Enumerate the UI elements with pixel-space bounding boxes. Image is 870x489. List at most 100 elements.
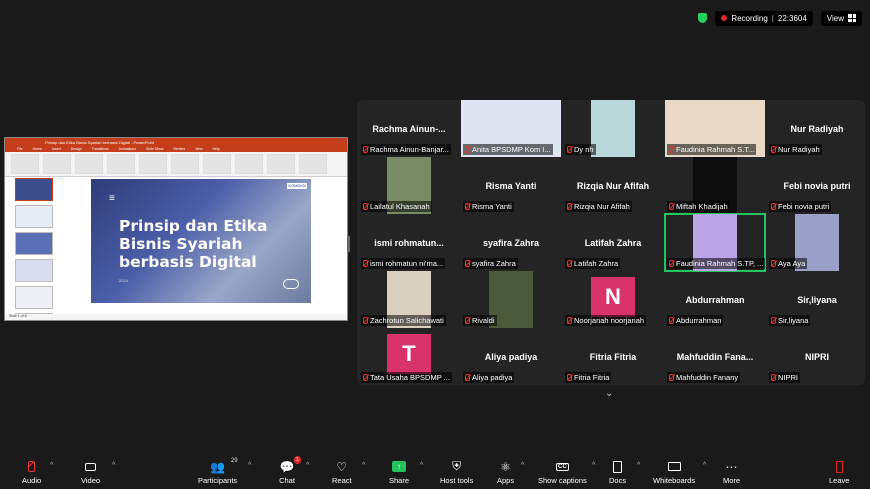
participant-tile[interactable]: Lailatul Khasanah — [359, 157, 459, 214]
participant-name-label: Rizqia Nur Afifah — [565, 201, 632, 212]
react-options-caret-icon[interactable]: ^ — [362, 462, 365, 469]
slide-thumbnail[interactable] — [15, 205, 53, 228]
muted-mic-icon — [567, 317, 572, 324]
muted-mic-icon — [465, 374, 470, 381]
participant-name: Aliya padiya — [472, 373, 513, 382]
audio-button[interactable]: Audio — [22, 460, 41, 485]
participant-tile[interactable]: NIPRI NIPRI — [767, 328, 867, 385]
powerpoint-menu-item[interactable]: Slide Show — [146, 147, 164, 151]
powerpoint-menu-item[interactable]: Review — [174, 147, 185, 151]
participant-tile[interactable]: Zachrotun Salichawati — [359, 271, 459, 328]
participant-name-label: Rachma Ainun-Banjar... — [361, 144, 451, 155]
participant-name: Miftah Khadijah — [676, 202, 728, 211]
participant-name: Rachma Ainun-Banjar... — [370, 145, 449, 154]
participant-display-name: Fitria Fitria — [589, 352, 637, 362]
participant-tile[interactable]: Faudinia Rahmah S.T... — [665, 100, 765, 157]
powerpoint-menu-item[interactable]: Transitions — [92, 147, 109, 151]
next-page-chevron-icon[interactable]: ⌄ — [605, 388, 613, 399]
slide-thumbnail[interactable] — [15, 259, 53, 282]
chat-button[interactable]: 💬 1 Chat — [279, 456, 301, 485]
participant-tile[interactable]: T Tata Usaha BPSDMP ... — [359, 328, 459, 385]
slide-thumbnail[interactable] — [15, 178, 53, 201]
chat-icon: 💬 1 — [279, 456, 301, 474]
participant-name: Anita BPSDMP Kom I... — [472, 145, 551, 154]
participant-display-name: Latifah Zahra — [584, 238, 642, 248]
participant-tile[interactable]: Fitria Fitria Fitria Fitria — [563, 328, 663, 385]
participant-tile[interactable]: Dy nh — [563, 100, 663, 157]
host-tools-button[interactable]: ⛨ Host tools — [440, 459, 473, 485]
powerpoint-menu-item[interactable]: Design — [71, 147, 82, 151]
slide-thumbnail[interactable] — [15, 286, 53, 309]
participant-name: Sir,liyana — [778, 316, 809, 325]
shared-screen[interactable]: Prinsip dan Etika Bisnis Syariah berbasi… — [4, 137, 348, 321]
recording-label: Recording — [731, 13, 768, 23]
powerpoint-menu-item[interactable]: Insert — [52, 147, 61, 151]
muted-mic-icon — [465, 260, 470, 267]
participant-tile[interactable]: Miftah Khadijah — [665, 157, 765, 214]
participant-tile[interactable]: Nur Radiyah Nur Radiyah — [767, 100, 867, 157]
chat-options-caret-icon[interactable]: ^ — [306, 462, 309, 469]
captions-options-caret-icon[interactable]: ^ — [592, 462, 595, 469]
recording-indicator[interactable]: Recording | 22:3604 — [715, 10, 813, 26]
participant-display-name: Aliya padiya — [484, 352, 538, 362]
whiteboards-options-caret-icon[interactable]: ^ — [703, 462, 706, 469]
participant-name-label: Dy nh — [565, 144, 596, 155]
participant-tile[interactable]: Sir,liyana Sir,liyana — [767, 271, 867, 328]
muted-mic-icon — [465, 317, 470, 324]
apps-button[interactable]: ⚛ Apps — [497, 460, 514, 486]
participant-tile[interactable]: Febi novia putri Febi novia putri — [767, 157, 867, 214]
muted-mic-icon — [771, 260, 776, 267]
share-button[interactable]: ↑ Share — [389, 460, 409, 485]
participant-tile[interactable]: Aliya padiya Aliya padiya — [461, 328, 561, 385]
audio-options-caret-icon[interactable]: ^ — [50, 462, 53, 469]
powerpoint-ribbon — [5, 152, 347, 177]
more-button[interactable]: ⋯ More — [723, 460, 741, 486]
participant-tile[interactable]: Faudinia Rahmah S.TP, ... — [664, 213, 766, 272]
participant-avatar: N — [591, 277, 635, 317]
docs-button[interactable]: Docs — [609, 460, 626, 485]
participant-tile[interactable]: ismi rohmatun... ismi rohmatun ni'ma... — [359, 214, 459, 271]
participant-tile[interactable]: Risma Yanti Risma Yanti — [461, 157, 561, 214]
apps-options-caret-icon[interactable]: ^ — [521, 462, 524, 469]
participant-name-label: Zachrotun Salichawati — [361, 315, 446, 326]
docs-options-caret-icon[interactable]: ^ — [637, 462, 640, 469]
participant-name: Nur Radiyah — [778, 145, 820, 154]
whiteboards-button[interactable]: Whiteboards — [653, 460, 695, 485]
powerpoint-menu-item[interactable]: Help — [213, 147, 220, 151]
more-label: More — [723, 476, 741, 485]
split-view-handle[interactable] — [347, 236, 350, 252]
view-button[interactable]: View — [820, 10, 862, 26]
participant-name-label: Sir,liyana — [769, 315, 811, 326]
muted-mic-icon — [465, 203, 470, 210]
participant-tile[interactable]: N Noorjanah noorjanah — [563, 271, 663, 328]
encryption-shield-icon[interactable] — [698, 13, 708, 23]
video-options-caret-icon[interactable]: ^ — [112, 462, 115, 469]
participant-tile[interactable]: Latifah Zahra Latifah Zahra — [563, 214, 663, 271]
participant-tile[interactable]: Rizqia Nur Afifah Rizqia Nur Afifah — [563, 157, 663, 214]
powerpoint-menu-item[interactable]: Home — [33, 147, 42, 151]
leave-button[interactable]: Leave — [829, 460, 849, 485]
participant-tile[interactable]: Anita BPSDMP Kom I... — [461, 100, 561, 157]
captions-label: Show captions — [538, 476, 587, 485]
muted-mic-icon — [771, 203, 776, 210]
react-button[interactable]: ♡ React — [332, 460, 352, 486]
participants-options-caret-icon[interactable]: ^ — [248, 462, 251, 469]
participant-tile[interactable]: Abdurrahman Abdurrahman — [665, 271, 765, 328]
powerpoint-status-bar: Slide 1 of 8 — [5, 314, 347, 320]
participant-tile[interactable]: Mahfuddin Fana... Mahfuddin Fanany — [665, 328, 765, 385]
share-options-caret-icon[interactable]: ^ — [420, 462, 423, 469]
participant-tile[interactable]: Aya Aya — [767, 214, 867, 271]
powerpoint-menu-item[interactable]: View — [195, 147, 203, 151]
participant-name: Febi novia putri — [778, 202, 830, 211]
powerpoint-menu-item[interactable]: Animations — [119, 147, 136, 151]
participants-button[interactable]: 👥 29 Participants — [198, 458, 238, 485]
show-captions-button[interactable]: CC Show captions — [538, 460, 587, 485]
powerpoint-menu-item[interactable]: File — [17, 147, 23, 151]
video-button[interactable]: Video — [81, 460, 100, 485]
whiteboards-label: Whiteboards — [653, 476, 696, 485]
participant-name-label: Noorjanah noorjanah — [565, 315, 647, 326]
participant-tile[interactable]: syafira Zahra syafira Zahra — [461, 214, 561, 271]
participant-tile[interactable]: Rachma Ainun-... Rachma Ainun-Banjar... — [359, 100, 459, 157]
participant-tile[interactable]: Rivaldi — [461, 271, 561, 328]
slide-thumbnail[interactable] — [15, 232, 53, 255]
